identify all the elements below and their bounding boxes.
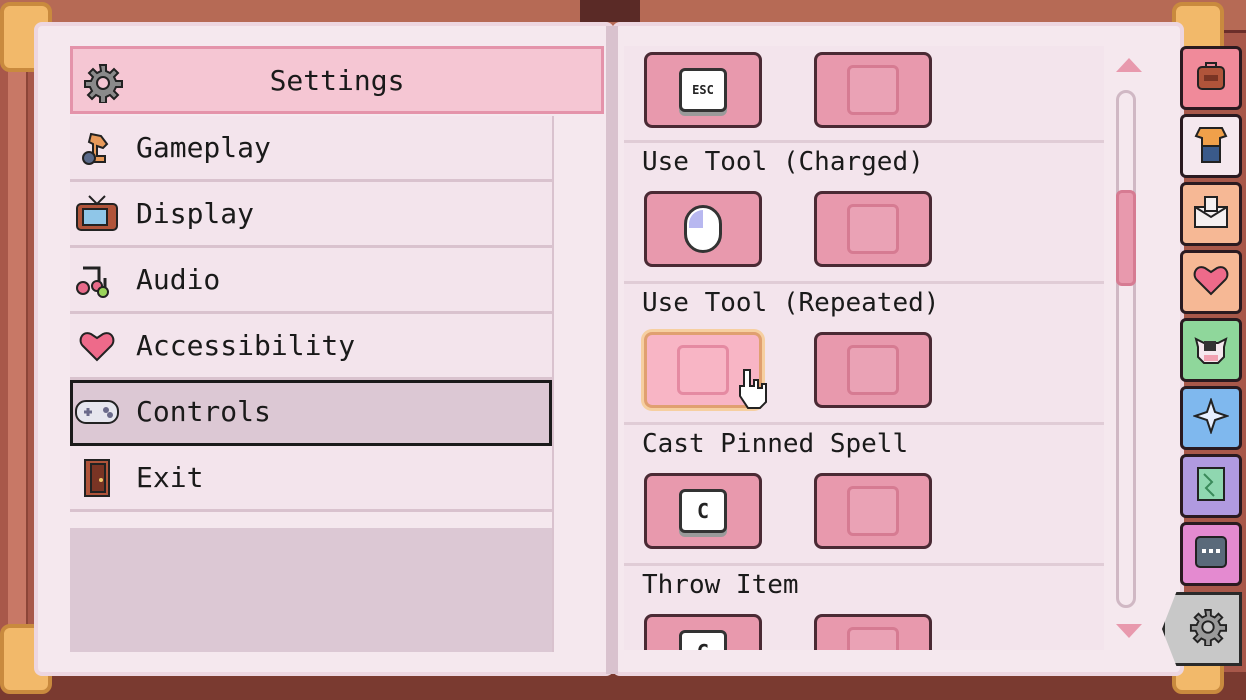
tab-mail[interactable] xyxy=(1180,182,1242,246)
hand-cursor-icon xyxy=(736,366,770,414)
journal-icon xyxy=(1194,535,1228,573)
scrollbar-thumb[interactable] xyxy=(1116,190,1136,286)
primary-key-button[interactable] xyxy=(644,191,762,267)
menu-item-exit[interactable]: Exit xyxy=(70,446,552,512)
sparkle-icon xyxy=(1191,396,1231,438)
menu-item-label: Audio xyxy=(136,263,221,296)
keybind-row-use-tool-repeated: Use Tool (Repeated) xyxy=(624,284,1104,425)
menu-item-gameplay[interactable]: Gameplay xyxy=(70,116,552,182)
heart-icon xyxy=(70,330,124,362)
menu-side-panel xyxy=(552,116,606,652)
empty-slot-icon xyxy=(847,65,899,115)
secondary-key-button[interactable] xyxy=(814,52,932,128)
keybind-row-cast-pinned-spell: Cast Pinned Spell C xyxy=(624,425,1104,566)
keybind-label: Throw Item xyxy=(642,570,799,600)
scrollbar-track[interactable] xyxy=(1116,90,1136,608)
empty-slot-icon xyxy=(677,345,729,395)
gamepad-icon xyxy=(70,397,124,427)
chess-knight-icon xyxy=(70,128,124,168)
book-fold xyxy=(606,26,618,674)
menu-item-label: Gameplay xyxy=(136,131,271,164)
page-edges xyxy=(8,60,28,630)
secondary-key-button[interactable] xyxy=(814,473,932,549)
menu-empty-area xyxy=(70,528,552,652)
esc-key-icon: ESC xyxy=(679,68,727,112)
g-key-icon: G xyxy=(679,630,727,650)
primary-key-button[interactable]: G xyxy=(644,614,762,650)
keybind-label: Use Tool (Repeated) xyxy=(642,288,940,318)
tab-settings[interactable] xyxy=(1162,592,1242,666)
door-icon xyxy=(70,458,124,498)
empty-slot-icon xyxy=(847,627,899,650)
settings-gear-icon xyxy=(1189,608,1227,650)
menu-item-audio[interactable]: Audio xyxy=(70,248,552,314)
clothes-icon xyxy=(1194,124,1228,168)
tab-magic[interactable] xyxy=(1180,386,1242,450)
tab-inventory[interactable] xyxy=(1180,46,1242,110)
primary-key-button[interactable]: C xyxy=(644,473,762,549)
heart-icon xyxy=(1193,264,1229,300)
menu-item-label: Exit xyxy=(136,461,204,494)
cow-icon xyxy=(1192,331,1230,369)
tab-journal[interactable] xyxy=(1180,522,1242,586)
backpack-icon xyxy=(1194,59,1228,97)
page-title: Settings xyxy=(269,63,405,97)
mail-icon xyxy=(1193,195,1229,233)
menu-item-display[interactable]: Display xyxy=(70,182,552,248)
tv-icon xyxy=(70,194,124,234)
settings-categories: Gameplay Display Audio Accessibility Con… xyxy=(70,116,552,512)
controls-list[interactable]: ESC Use Tool (Charged) Use Tool (Repeate… xyxy=(624,46,1104,650)
cover-bottom-edge xyxy=(0,672,1246,700)
menu-item-accessibility[interactable]: Accessibility xyxy=(70,314,552,380)
empty-slot-icon xyxy=(847,345,899,395)
c-key-icon: C xyxy=(679,489,727,533)
map-icon xyxy=(1194,466,1228,506)
tab-clothing[interactable] xyxy=(1180,114,1242,178)
scroll-down-arrow[interactable] xyxy=(1116,624,1142,638)
keybind-label: Use Tool (Charged) xyxy=(642,147,924,177)
menu-item-label: Display xyxy=(136,197,255,230)
mouse-left-click-icon xyxy=(684,205,722,253)
keybind-row-throw-item: Throw Item G xyxy=(624,566,1104,650)
settings-menu: Settings Gameplay Display Audio Accessib… xyxy=(70,46,606,652)
menu-item-label: Controls xyxy=(136,395,271,428)
empty-slot-icon xyxy=(847,486,899,536)
menu-item-label: Accessibility xyxy=(136,329,356,362)
gear-icon xyxy=(83,63,123,107)
primary-key-button[interactable]: ESC xyxy=(644,52,762,128)
tab-relationships[interactable] xyxy=(1180,250,1242,314)
keybind-label: Cast Pinned Spell xyxy=(642,429,909,459)
secondary-key-button[interactable] xyxy=(814,332,932,408)
menu-item-controls[interactable]: Controls xyxy=(70,380,552,446)
keybind-row-use-tool-charged: Use Tool (Charged) xyxy=(624,143,1104,284)
keybind-row-menu: ESC xyxy=(624,46,1104,143)
scroll-up-arrow[interactable] xyxy=(1116,58,1142,72)
tab-animals[interactable] xyxy=(1180,318,1242,382)
spine-clasp xyxy=(580,0,640,22)
empty-slot-icon xyxy=(847,204,899,254)
settings-header: Settings xyxy=(70,46,604,114)
tab-map[interactable] xyxy=(1180,454,1242,518)
secondary-key-button[interactable] xyxy=(814,191,932,267)
secondary-key-button[interactable] xyxy=(814,614,932,650)
music-notes-icon xyxy=(70,260,124,300)
